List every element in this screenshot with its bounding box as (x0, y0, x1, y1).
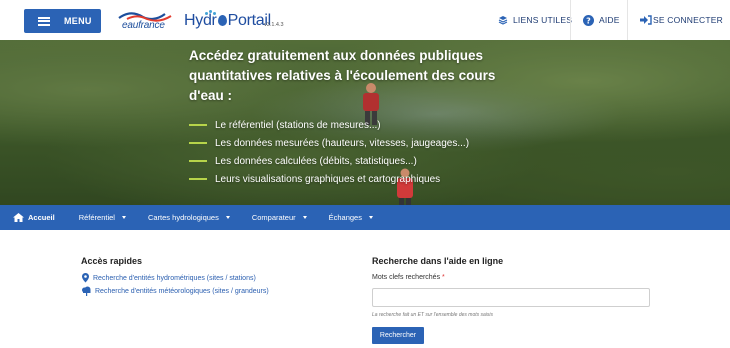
nav-echanges[interactable]: Échanges (329, 205, 373, 230)
login-label: SE CONNECTER (653, 15, 723, 25)
quick-access-title: Accès rapides (81, 256, 143, 266)
nav-label: Échanges (328, 213, 362, 222)
dash-icon (189, 160, 207, 162)
help-search-title: Recherche dans l'aide en ligne (372, 256, 504, 266)
main-nav: Accueil Référentiel Cartes hydrologiques… (0, 205, 730, 230)
hero-banner: Accédez gratuitement aux données publiqu… (0, 40, 730, 205)
hydroportail-logo[interactable]: Hydr Portail (184, 12, 271, 30)
link-label: Recherche d'entités hydrométriques (site… (93, 274, 256, 282)
search-hint: La recherche fait un ET sur l'ensemble d… (372, 312, 494, 318)
hamburger-icon (38, 16, 50, 26)
nav-cartes-hydrologiques[interactable]: Cartes hydrologiques (148, 205, 230, 230)
help-button[interactable]: ? AIDE (583, 0, 620, 40)
login-button[interactable]: SE CONNECTER (640, 0, 723, 40)
weather-station-icon (82, 286, 91, 296)
nav-comparateur[interactable]: Comparateur (252, 205, 307, 230)
header-divider (570, 0, 571, 40)
menu-button[interactable]: MENU (24, 9, 101, 33)
caret-down-icon (225, 216, 230, 219)
caret-down-icon (121, 216, 126, 219)
link-label: Recherche d'entités météorologiques (sit… (95, 287, 269, 295)
top-header: MENU eaufrance Hydr Portail v3.1.4.3 LIEN… (0, 0, 730, 40)
hero-list-item: Les données mesurées (hauteurs, vitesses… (189, 134, 529, 152)
hero-item-text: Le référentiel (stations de mesures...) (215, 119, 381, 131)
dash-icon (189, 124, 207, 126)
dash-icon (189, 178, 207, 180)
required-marker: * (442, 274, 445, 281)
dash-icon (189, 142, 207, 144)
hero-list-item: Le référentiel (stations de mesures...) (189, 116, 529, 134)
nav-home[interactable]: Accueil (13, 205, 55, 230)
meteo-search-link[interactable]: Recherche d'entités météorologiques (sit… (81, 286, 269, 296)
logo-part-1: Hydr (184, 12, 217, 29)
hero-list: Le référentiel (stations de mesures...) … (189, 116, 529, 188)
useful-links-button[interactable]: LIENS UTILES (498, 0, 572, 40)
hero-item-text: Leurs visualisations graphiques et carto… (215, 173, 441, 185)
water-drop-icon (217, 15, 227, 26)
nav-label: Cartes hydrologiques (147, 213, 219, 222)
hero-list-item: Les données calculées (débits, statistiq… (189, 152, 529, 170)
login-icon (640, 15, 652, 25)
hero-item-text: Les données calculées (débits, statistiq… (215, 155, 417, 167)
nav-label: Référentiel (78, 213, 115, 222)
header-divider (627, 0, 628, 40)
nav-label: Comparateur (251, 213, 296, 222)
caret-down-icon (302, 216, 307, 219)
useful-links-label: LIENS UTILES (513, 15, 573, 25)
hydrometric-search-link[interactable]: Recherche d'entités hydrométriques (site… (81, 273, 256, 283)
menu-label: MENU (64, 16, 92, 26)
caret-down-icon (368, 216, 373, 219)
keywords-label-text: Mots clefs recherchés (372, 274, 441, 281)
nav-referentiel[interactable]: Référentiel (79, 205, 126, 230)
nav-home-label: Accueil (28, 213, 55, 222)
hero-title: Accédez gratuitement aux données publiqu… (189, 48, 496, 103)
keywords-input[interactable] (372, 288, 650, 307)
hero-list-item: Leurs visualisations graphiques et carto… (189, 170, 529, 188)
links-icon (498, 16, 508, 25)
keywords-label: Mots clefs recherchés * (372, 274, 445, 281)
home-icon (13, 213, 24, 222)
hero-item-text: Les données mesurées (hauteurs, vitesses… (215, 137, 470, 149)
search-button[interactable]: Rechercher (372, 327, 424, 344)
help-label: AIDE (599, 15, 620, 25)
hero-text: Accédez gratuitement aux données publiqu… (189, 46, 529, 188)
help-icon: ? (583, 14, 594, 26)
station-marker-icon (82, 273, 89, 283)
version-label: v3.1.4.3 (264, 22, 284, 28)
svg-text:?: ? (586, 16, 591, 25)
eaufrance-logo-text[interactable]: eaufrance (122, 20, 165, 31)
